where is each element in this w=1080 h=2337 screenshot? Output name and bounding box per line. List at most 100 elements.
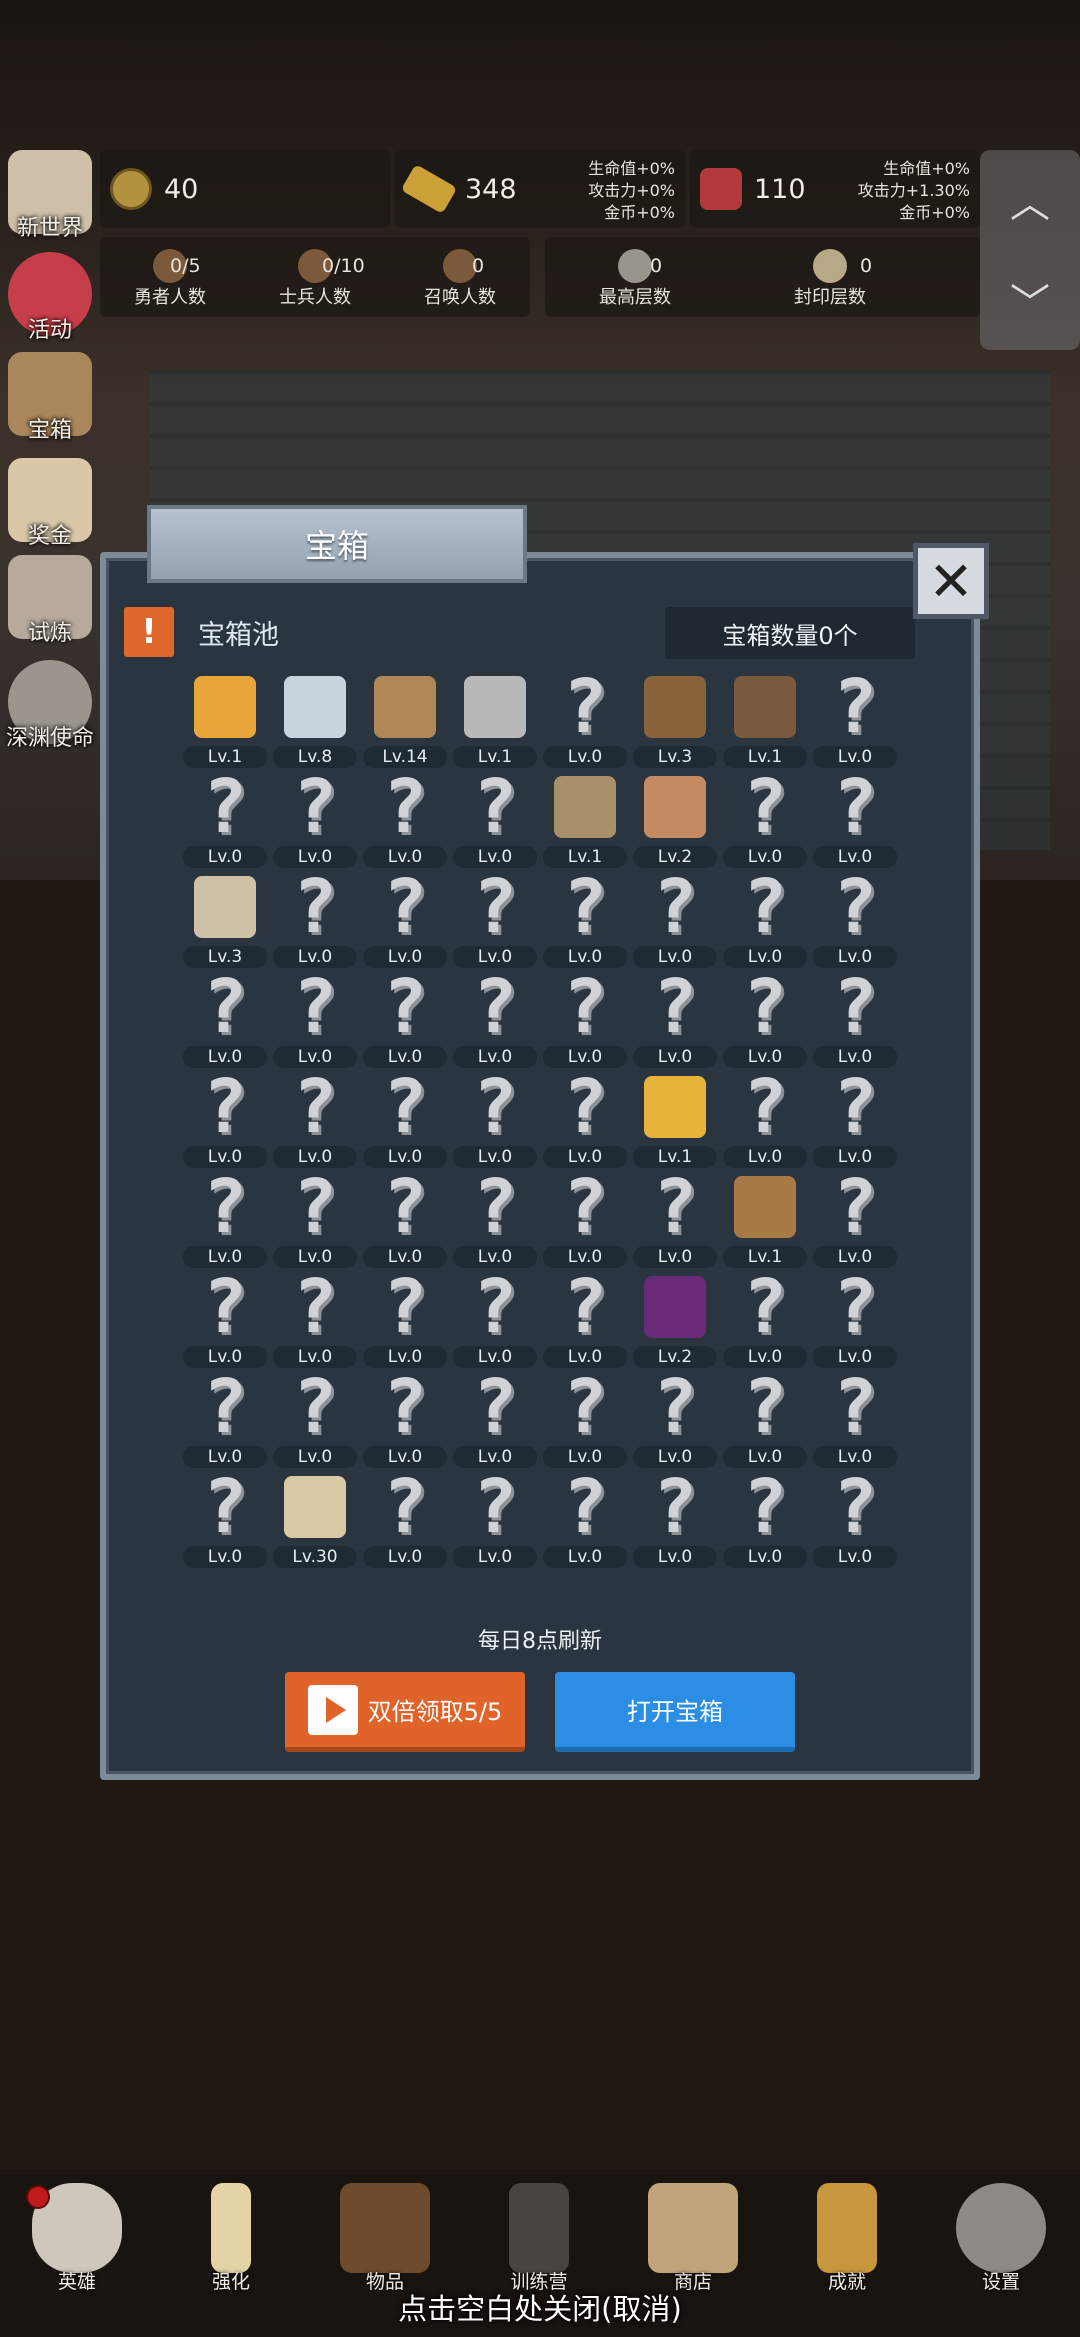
item-slot[interactable]: ? Lv.0 — [720, 1370, 810, 1472]
item-slot[interactable]: ? Lv.0 — [450, 870, 540, 972]
dark-crystal-icon-art — [644, 1276, 706, 1338]
item-slot[interactable]: Lv.1 — [180, 672, 270, 772]
iron-sword-icon — [460, 672, 530, 742]
item-slot[interactable]: ? Lv.0 — [810, 1370, 900, 1472]
item-slot[interactable]: ? Lv.0 — [540, 670, 630, 772]
side-trial[interactable]: 试炼 — [0, 555, 100, 647]
item-slot[interactable]: ? Lv.0 — [180, 1470, 270, 1572]
item-slot[interactable]: ? Lv.0 — [360, 870, 450, 972]
item-slot[interactable]: Lv.1 — [720, 1172, 810, 1272]
item-slot[interactable]: ? Lv.0 — [270, 1170, 360, 1272]
item-slot[interactable]: ? Lv.0 — [180, 770, 270, 872]
item-slot[interactable]: ? Lv.0 — [720, 1470, 810, 1572]
arrow-up-button[interactable]: ︿ — [980, 150, 1080, 250]
item-slot[interactable]: Lv.1 — [720, 672, 810, 772]
item-slot[interactable]: ? Lv.0 — [720, 1270, 810, 1372]
question-mark-icon: ? — [370, 1370, 440, 1444]
item-slot[interactable]: ? Lv.0 — [450, 1170, 540, 1272]
item-slot[interactable]: Lv.8 — [270, 672, 360, 772]
nav-upgrade[interactable]: 强化 — [154, 2175, 308, 2294]
item-slot[interactable]: ? Lv.0 — [450, 770, 540, 872]
item-slot[interactable]: Lv.3 — [630, 672, 720, 772]
item-slot[interactable]: ? Lv.0 — [720, 770, 810, 872]
item-slot[interactable]: Lv.1 — [540, 772, 630, 872]
arrow-down-button[interactable]: ﹀ — [980, 250, 1080, 350]
item-slot[interactable]: ? Lv.0 — [270, 1270, 360, 1372]
double-claim-button[interactable]: 双倍领取5/5 — [285, 1672, 525, 1752]
item-slot[interactable]: ? Lv.0 — [360, 970, 450, 1072]
close-hint[interactable]: 点击空白处关闭(取消) — [0, 2286, 1080, 2328]
item-slot[interactable]: ? Lv.0 — [720, 1070, 810, 1172]
nav-settings[interactable]: 设置 — [924, 2175, 1078, 2294]
item-slot[interactable]: ? Lv.0 — [360, 1170, 450, 1272]
item-slot[interactable]: ? Lv.0 — [360, 1370, 450, 1472]
open-chest-button[interactable]: 打开宝箱 — [555, 1672, 795, 1752]
side-bonus[interactable]: 奖金 — [0, 458, 100, 550]
side-new-world[interactable]: 新世界 — [0, 150, 100, 242]
item-slot[interactable]: Lv.1 — [630, 1072, 720, 1172]
item-slot[interactable]: ? Lv.0 — [450, 1470, 540, 1572]
side-event[interactable]: 活动 — [0, 252, 100, 344]
item-slot[interactable]: ? Lv.0 — [810, 1070, 900, 1172]
nav-items[interactable]: 物品 — [308, 2175, 462, 2294]
item-slot[interactable]: ? Lv.0 — [540, 970, 630, 1072]
question-mark-icon: ? — [280, 1070, 350, 1144]
item-slot[interactable]: ? Lv.0 — [810, 870, 900, 972]
item-slot[interactable]: ? Lv.0 — [450, 1270, 540, 1372]
item-slot[interactable]: ? Lv.0 — [180, 1370, 270, 1472]
item-slot[interactable]: ? Lv.0 — [360, 1470, 450, 1572]
item-slot[interactable]: ? Lv.0 — [630, 970, 720, 1072]
side-chest[interactable]: 宝箱 — [0, 352, 100, 444]
item-slot[interactable]: ? Lv.0 — [540, 1270, 630, 1372]
item-slot[interactable]: Lv.3 — [180, 872, 270, 972]
warning-icon[interactable]: ! — [124, 607, 174, 657]
item-slot[interactable]: ? Lv.0 — [270, 1070, 360, 1172]
question-mark-icon: ? — [730, 970, 800, 1044]
item-slot[interactable]: ? Lv.0 — [540, 1470, 630, 1572]
item-slot[interactable]: ? Lv.0 — [360, 1070, 450, 1172]
item-slot[interactable]: ? Lv.0 — [270, 970, 360, 1072]
nav-hero[interactable]: 英雄 — [0, 2175, 154, 2294]
item-slot[interactable]: ? Lv.0 — [630, 1470, 720, 1572]
nav-shop[interactable]: 商店 — [616, 2175, 770, 2294]
item-slot[interactable]: Lv.14 — [360, 672, 450, 772]
item-slot[interactable]: Lv.1 — [450, 672, 540, 772]
item-slot[interactable]: ? Lv.0 — [810, 1264, 900, 1372]
item-slot[interactable]: ? Lv.0 — [180, 970, 270, 1072]
item-slot[interactable]: ? Lv.0 — [450, 970, 540, 1072]
item-slot[interactable]: ? Lv.0 — [540, 870, 630, 972]
question-mark-glyph: ? — [652, 1164, 698, 1250]
item-slot[interactable]: Lv.2 — [630, 772, 720, 872]
item-slot[interactable]: ? Lv.0 — [360, 1270, 450, 1372]
item-slot[interactable]: ? Lv.0 — [540, 1370, 630, 1472]
item-slot[interactable]: ? Lv.0 — [720, 970, 810, 1072]
item-slot[interactable]: ? Lv.0 — [450, 1070, 540, 1172]
item-slot[interactable]: ? Lv.0 — [270, 870, 360, 972]
item-slot[interactable]: ? Lv.0 — [180, 1170, 270, 1272]
item-slot[interactable]: ? Lv.0 — [540, 1170, 630, 1272]
item-slot[interactable]: ? Lv.0 — [180, 1270, 270, 1372]
item-slot[interactable]: ? Lv.0 — [810, 770, 900, 872]
item-slot[interactable]: ? Lv.0 — [630, 1370, 720, 1472]
item-slot[interactable]: Lv.30 — [270, 1472, 360, 1572]
item-slot[interactable]: ? Lv.0 — [810, 670, 900, 772]
nav-achievement[interactable]: 成就 — [770, 2175, 924, 2294]
side-abyss[interactable]: 深渊使命 — [0, 660, 100, 752]
item-slot[interactable]: ? Lv.0 — [540, 1070, 630, 1172]
close-icon[interactable]: ✕ — [913, 543, 989, 619]
item-slot[interactable]: ? Lv.0 — [810, 1470, 900, 1572]
iron-sword-icon-art — [464, 676, 526, 738]
item-slot[interactable]: ? Lv.0 — [270, 770, 360, 872]
nav-training[interactable]: 训练营 — [462, 2175, 616, 2294]
item-slot[interactable]: ? Lv.0 — [630, 1164, 720, 1272]
item-slot[interactable]: ? Lv.0 — [450, 1370, 540, 1472]
item-slot[interactable]: ? Lv.0 — [360, 770, 450, 872]
item-slot[interactable]: ? Lv.0 — [810, 970, 900, 1072]
item-slot[interactable]: ? Lv.0 — [630, 870, 720, 972]
item-slot[interactable]: ? Lv.0 — [720, 870, 810, 972]
item-slot[interactable]: ? Lv.0 — [270, 1370, 360, 1472]
question-mark-glyph: ? — [832, 1264, 878, 1350]
item-slot[interactable]: Lv.2 — [630, 1272, 720, 1372]
item-slot[interactable]: ? Lv.0 — [180, 1070, 270, 1172]
item-slot[interactable]: ? Lv.0 — [810, 1170, 900, 1272]
